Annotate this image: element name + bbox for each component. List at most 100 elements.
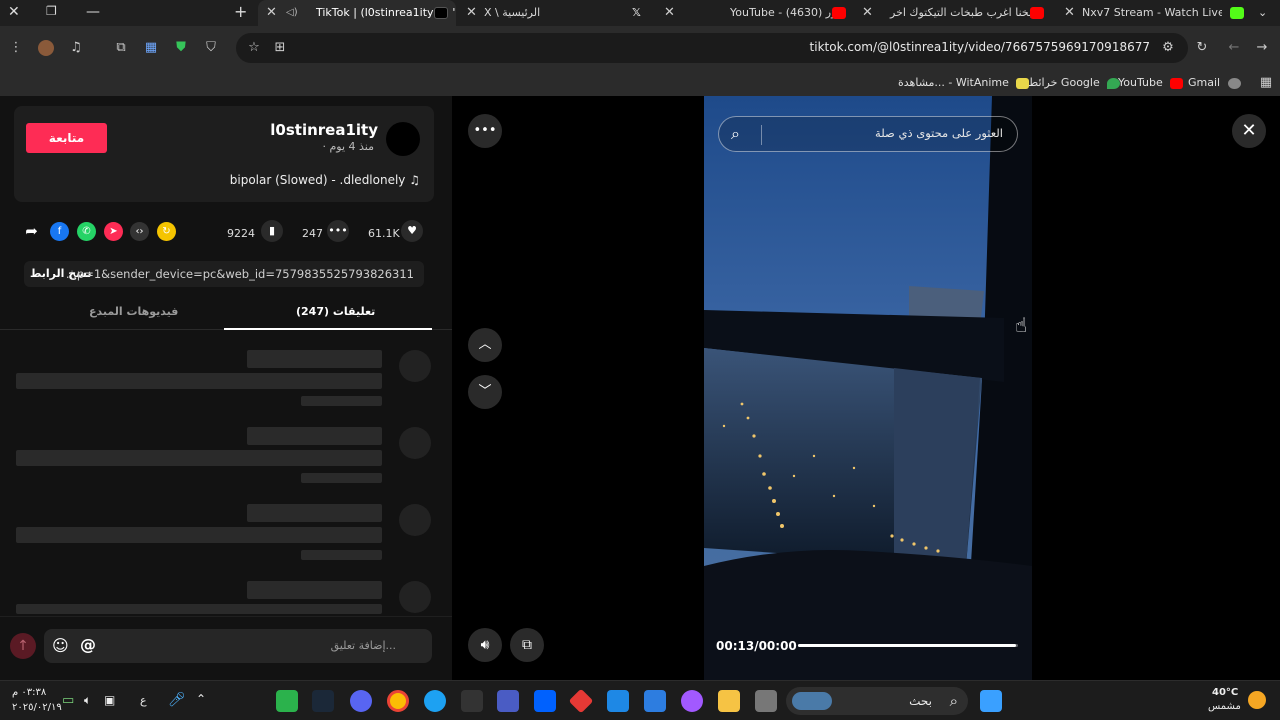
bookmark-youtube[interactable]: YouTube xyxy=(1118,76,1184,89)
input-language[interactable]: ع xyxy=(140,694,147,707)
mention-icon[interactable]: @ xyxy=(80,635,96,654)
previous-video-button[interactable]: ︿ xyxy=(468,328,502,362)
show-hidden-icons-icon[interactable]: ⌃ xyxy=(196,692,206,706)
tab-title: Nxv7 Stream - Watch Live on Ki xyxy=(1082,6,1222,19)
weather-status[interactable]: مشمس xyxy=(1208,701,1241,712)
send-to-friend-button[interactable]: ➤ xyxy=(104,222,123,241)
comment-input[interactable]: ☺ @ إضافة تعليق... xyxy=(44,629,432,663)
start-button[interactable] xyxy=(980,690,1002,712)
forward-icon[interactable]: ← xyxy=(1226,40,1242,56)
search-placeholder: العثور على محتوى ذي صلة xyxy=(875,126,1003,140)
network-icon[interactable]: ▣ xyxy=(104,693,115,707)
close-tab-icon[interactable]: ✕ xyxy=(664,0,675,26)
tab-comments[interactable]: (247) تعليقات xyxy=(296,305,375,318)
profile-avatar[interactable] xyxy=(38,40,54,56)
embed-button[interactable]: ‹› xyxy=(130,222,149,241)
close-video-button[interactable]: ✕ xyxy=(1232,114,1266,148)
youtube-favicon-icon xyxy=(1030,7,1044,19)
tab-kick[interactable]: ✕ Nxv7 Stream - Watch Live on Ki xyxy=(1058,0,1244,26)
bookmark-gmail[interactable]: Gmail xyxy=(1188,76,1241,89)
facebook-share-button[interactable]: f xyxy=(50,222,69,241)
floating-player-button[interactable]: ⧉ xyxy=(510,628,544,662)
battery-icon[interactable]: ▭ xyxy=(62,693,74,708)
video-progress-bar[interactable] xyxy=(798,644,1018,647)
related-search-box[interactable]: ⌕ العثور على محتوى ذي صلة xyxy=(718,116,1018,152)
post-comment-button[interactable]: ↑ xyxy=(10,633,36,659)
whatsapp-share-button[interactable]: ✆ xyxy=(77,222,96,241)
search-icon[interactable]: ⌕ xyxy=(731,124,740,144)
save-button[interactable]: ▮ xyxy=(261,220,283,242)
translate-icon[interactable]: ⊞ xyxy=(272,40,288,56)
menu-dots-icon[interactable]: ⋮ xyxy=(8,40,24,56)
shield-icon[interactable]: ⛉ xyxy=(203,40,219,56)
tab-youtube-1[interactable]: ✕ YouTube - (4630) باور xyxy=(660,0,850,26)
close-window-icon[interactable]: ✕ xyxy=(8,4,20,20)
bookmark-star-icon[interactable]: ☆ xyxy=(246,40,262,56)
temperature[interactable]: 40°C xyxy=(1212,687,1238,698)
microphone-icon[interactable]: 🎤︎ xyxy=(168,692,186,708)
taskbar-search[interactable]: بحث ⌕ xyxy=(786,687,968,715)
tab-youtube-2[interactable]: ✕ طبخنا اغرب طبخات التيكتوك اخر xyxy=(856,0,1050,26)
discord-app-icon[interactable] xyxy=(350,690,372,712)
bookmark-maps[interactable]: خرائط Google xyxy=(1028,76,1121,89)
minimize-window-icon[interactable]: — xyxy=(86,4,100,20)
skeleton-line xyxy=(301,396,382,406)
close-tab-icon[interactable]: ✕ xyxy=(466,0,477,26)
steam-app-icon[interactable] xyxy=(312,690,334,712)
new-tab-icon[interactable]: + xyxy=(234,2,247,21)
video-link-text[interactable]: ...p=1&sender_device=pc&web_id=757983552… xyxy=(66,261,414,287)
username[interactable]: l0stinrea1ity xyxy=(270,121,378,139)
whatsapp-icon: ✆ xyxy=(82,226,91,237)
volume-icon[interactable]: 🔈︎ xyxy=(84,693,91,708)
edge-app-icon[interactable] xyxy=(424,690,446,712)
volume-button[interactable]: 🔊︎ xyxy=(468,628,502,662)
back-icon[interactable]: → xyxy=(1254,40,1270,56)
all-bookmarks-icon[interactable]: ▦ xyxy=(1258,75,1274,91)
tab-tiktok[interactable]: ✕ ◁) TikTok | (l0stinrea1ity@) ' xyxy=(258,0,456,26)
share-button[interactable]: ➦ xyxy=(22,222,41,241)
reload-icon[interactable]: ↻ xyxy=(1194,40,1210,56)
anydesk-app-icon[interactable] xyxy=(568,688,594,714)
music-link[interactable]: bipolar (Slowed) - .dledlonely ♫ xyxy=(230,173,420,187)
close-tab-icon[interactable]: ✕ xyxy=(1064,0,1075,26)
comment-button[interactable]: ••• xyxy=(327,220,349,242)
tab-x[interactable]: ✕ X \ الرئيسية 𝕏 xyxy=(460,0,650,26)
app-icon[interactable] xyxy=(755,690,777,712)
repost-button[interactable]: ↻ xyxy=(157,222,176,241)
avatar[interactable] xyxy=(386,122,420,156)
copilot-app-icon[interactable] xyxy=(681,690,703,712)
media-control-icon[interactable]: ♫ xyxy=(68,40,84,56)
close-tab-icon[interactable]: ✕ xyxy=(266,0,277,26)
more-options-button[interactable]: ••• xyxy=(468,114,502,148)
bookmark-witanime[interactable]: مشاهدة... - WitAnime xyxy=(898,76,1030,89)
extensions-icon[interactable]: ⧉ xyxy=(113,40,129,56)
chrome-app-icon[interactable] xyxy=(387,690,409,712)
address-bar[interactable]: ☆ ⊞ tiktok.com/@l0stinrea1ity/video/7667… xyxy=(236,33,1188,63)
emoji-icon[interactable]: ☺ xyxy=(52,636,69,655)
extension-icon[interactable]: ▦ xyxy=(143,40,159,56)
follow-button[interactable]: متابعة xyxy=(26,123,107,153)
tab-title: YouTube - (4630) باور xyxy=(730,6,843,19)
mail-app-icon[interactable] xyxy=(607,690,629,712)
dropbox-app-icon[interactable] xyxy=(534,690,556,712)
tab-creator-videos[interactable]: فيديوهات المبدع xyxy=(89,305,178,318)
app-icon[interactable] xyxy=(497,690,519,712)
chevron-down-icon: ﹀ xyxy=(478,384,492,399)
tiktok-page: متابعة l0stinrea1ity · منذ 4 يوم bipolar… xyxy=(0,96,1280,680)
next-video-button[interactable]: ﹀ xyxy=(468,375,502,409)
video-player[interactable] xyxy=(704,96,1032,680)
xbox-app-icon[interactable] xyxy=(276,690,298,712)
adblock-shield-icon[interactable]: ⛊ xyxy=(173,40,189,56)
epic-games-app-icon[interactable] xyxy=(461,690,483,712)
url-text[interactable]: tiktok.com/@l0stinrea1ity/video/76675759… xyxy=(810,40,1150,54)
like-button[interactable]: ♥ xyxy=(401,220,423,242)
close-tab-icon[interactable]: ✕ xyxy=(862,0,873,26)
file-explorer-app-icon[interactable] xyxy=(718,690,740,712)
store-app-icon[interactable] xyxy=(644,690,666,712)
site-settings-icon[interactable]: ⚙ xyxy=(1160,40,1176,56)
clock-date[interactable]: ٢٠٢٥/٠٢/١٩ xyxy=(12,702,62,713)
music-title: bipolar (Slowed) - .dledlonely xyxy=(229,173,406,187)
restore-window-icon[interactable]: ❐ xyxy=(46,4,57,18)
clock-time[interactable]: ٠٣:٣٨ م xyxy=(12,687,46,698)
tab-search-icon[interactable]: ⌄ xyxy=(1258,6,1267,19)
